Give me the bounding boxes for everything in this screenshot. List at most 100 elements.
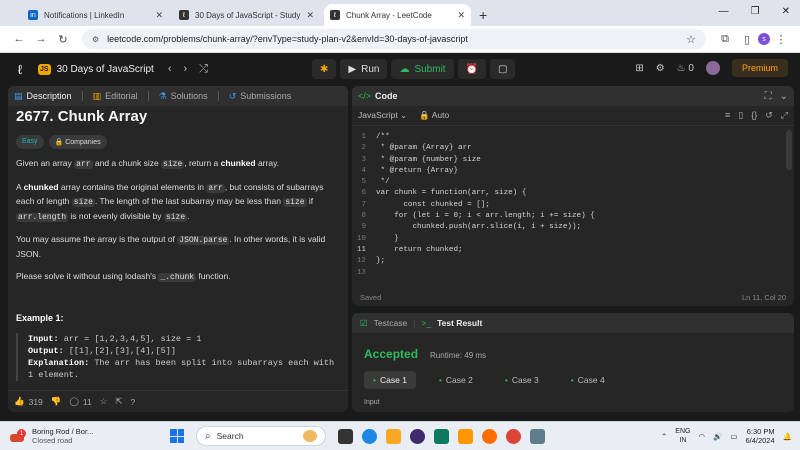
tab-solutions[interactable]: ⚗ Solutions (159, 91, 208, 102)
maximize-icon[interactable]: ⛶ (765, 91, 772, 102)
line-text: return chunked; (376, 245, 463, 254)
run-button[interactable]: ▶ Run (340, 59, 388, 79)
braces-icon[interactable]: {} (751, 110, 757, 121)
language-indicator[interactable]: ENG IN (675, 427, 690, 445)
browser-tab-study-plan[interactable]: ℓ 30 Days of JavaScript - Study Pl ✕ (173, 4, 320, 26)
store-app-icon[interactable] (434, 428, 449, 444)
windows-start-icon[interactable] (170, 429, 184, 443)
layout-grid-icon[interactable]: ⊞ (635, 63, 643, 74)
clock[interactable]: 6:30 PM 6/4/2024 (745, 427, 774, 445)
sidebar-icon[interactable]: ▯ (736, 33, 758, 46)
notes-button[interactable]: ▢ (490, 59, 516, 79)
browser-menu-icon[interactable]: ⋮ (770, 33, 792, 46)
taskbar-search[interactable]: ⌕ Search (196, 426, 326, 446)
close-tab-icon[interactable]: ✕ (306, 10, 314, 21)
minimize-icon[interactable]: — (719, 6, 729, 17)
search-highlight-icon (303, 430, 317, 442)
forward-icon[interactable]: → (30, 33, 52, 45)
next-problem-icon[interactable]: › (184, 63, 188, 75)
reload-icon[interactable]: ↻ (52, 33, 74, 46)
like-button[interactable]: 👍 319 (14, 396, 43, 407)
address-bar[interactable]: ⚙ leetcode.com/problems/chunk-array/?env… (82, 29, 706, 49)
comment-count: 11 (82, 396, 92, 407)
tab-testcase[interactable]: Testcase (374, 318, 408, 328)
problem-title[interactable]: 2677. Chunk Array (8, 106, 348, 125)
browser-tab-linkedin[interactable]: in Notifications | LinkedIn ✕ (22, 4, 169, 26)
favorite-star-icon[interactable]: ☆ (100, 396, 108, 407)
streak[interactable]: ♨ 0 (677, 63, 694, 74)
firefox-icon[interactable] (482, 428, 497, 444)
user-avatar[interactable] (705, 61, 720, 75)
battery-icon[interactable]: ▭ (730, 432, 737, 441)
premium-button[interactable]: Premium (731, 59, 788, 77)
format-icon[interactable]: ≡ (725, 110, 730, 121)
case-tab-1[interactable]: • Case 1 (364, 371, 416, 389)
language-select[interactable]: JavaScript ⌄ (358, 110, 407, 121)
dislike-button[interactable]: 👎 (51, 396, 62, 407)
chrome-icon[interactable] (506, 428, 521, 444)
close-tab-icon[interactable]: ✕ (155, 10, 163, 21)
history-icon: ↺ (228, 90, 237, 101)
submit-button[interactable]: ☁ Submit (391, 59, 454, 79)
browser-tab-strip: in Notifications | LinkedIn ✕ ℓ 30 Days … (0, 0, 800, 26)
leetcode-logo-icon[interactable]: ℓ (12, 61, 28, 77)
prev-problem-icon[interactable]: ‹ (168, 63, 172, 75)
collapse-icon[interactable]: ⌄ (780, 91, 788, 102)
tab-title: Notifications | LinkedIn (44, 10, 125, 20)
line-text: const chunked = []; (376, 200, 490, 209)
wifi-icon[interactable]: ◠ (698, 432, 705, 441)
back-icon[interactable]: ← (8, 33, 30, 45)
bookmark-star-icon[interactable]: ☆ (686, 33, 696, 46)
code-line: 8 for (let i = 0; i < arr.length; i += s… (352, 211, 794, 222)
windows-taskbar: 1 Boring Rod / Bor... Closed road ⌕ Sear… (0, 421, 800, 450)
debug-button[interactable]: ✱ (312, 59, 337, 79)
browser-tab-chunk-array[interactable]: ℓ Chunk Array - LeetCode ✕ (324, 4, 471, 26)
companies-tag[interactable]: 🔒 Companies (48, 135, 107, 149)
help-icon[interactable]: ? (130, 397, 135, 407)
fullscreen-icon[interactable]: ⤢ (781, 110, 788, 121)
study-plan-title[interactable]: 30 Days of JavaScript (57, 64, 154, 75)
volume-icon[interactable]: 🔊 (713, 432, 722, 441)
profile-avatar[interactable]: s (758, 33, 770, 45)
editor-status-bar: Saved Ln 11, Col 20 (352, 288, 794, 306)
media-app-icon[interactable] (410, 428, 425, 444)
code-editor[interactable]: 1 /** 2 * @param {Array} arr 3 * @param {… (352, 126, 794, 279)
terminal-app-icon[interactable] (530, 428, 545, 444)
code-line: 2 * @param {Array} arr (352, 143, 794, 154)
tab-submissions[interactable]: ↺ Submissions (229, 91, 292, 102)
close-window-icon[interactable]: ✕ (782, 6, 790, 17)
share-icon[interactable]: ⇱ (115, 396, 122, 407)
comments-button[interactable]: ◯ 11 (69, 396, 91, 407)
settings-gear-icon[interactable]: ⚙ (656, 63, 665, 74)
case-tab-2[interactable]: • Case 2 (430, 371, 482, 389)
edge-icon[interactable] (362, 428, 377, 444)
notifications-bell-icon[interactable]: 🔔 (783, 432, 792, 441)
task-view-icon[interactable] (338, 428, 353, 444)
tab-description[interactable]: ▤ Description (14, 91, 72, 102)
close-tab-icon[interactable]: ✕ (457, 10, 465, 21)
bookmark-icon[interactable]: ▯ (738, 110, 743, 121)
inline-code: size (163, 212, 188, 222)
tab-editorial[interactable]: ▥ Editorial (93, 91, 138, 102)
new-tab-icon[interactable]: + (479, 4, 487, 26)
code-line: 3 * @param {number} size (352, 155, 794, 166)
editor-scrollbar[interactable] (786, 130, 792, 170)
case-tab-4[interactable]: • Case 4 (562, 371, 614, 389)
reset-icon[interactable]: ↺ (765, 110, 773, 121)
case-tab-3[interactable]: • Case 3 (496, 371, 548, 389)
shuffle-icon[interactable]: ⤮ (199, 63, 208, 76)
auto-mode[interactable]: 🔒 Auto (419, 110, 449, 121)
timer-button[interactable]: ⏰ (457, 59, 487, 79)
example-input: Input: arr = [1,2,3,4,5], size = 1 (28, 333, 340, 345)
inline-code: arr (74, 160, 93, 169)
text: . The length of the last subarray may be… (94, 196, 284, 206)
file-explorer-icon[interactable] (386, 428, 401, 444)
tab-test-result[interactable]: Test Result (437, 318, 482, 328)
restore-icon[interactable]: ❐ (751, 6, 760, 17)
site-info-icon[interactable]: ⚙ (92, 35, 99, 44)
tray-chevron-up-icon[interactable]: ⌃ (661, 432, 667, 441)
traffic-widget[interactable]: 1 Boring Rod / Bor... Closed road (0, 427, 170, 445)
thumbs-down-icon: 👎 (50, 396, 62, 406)
sublime-text-icon[interactable] (458, 428, 473, 444)
extensions-icon[interactable]: ⧉ (714, 33, 736, 46)
